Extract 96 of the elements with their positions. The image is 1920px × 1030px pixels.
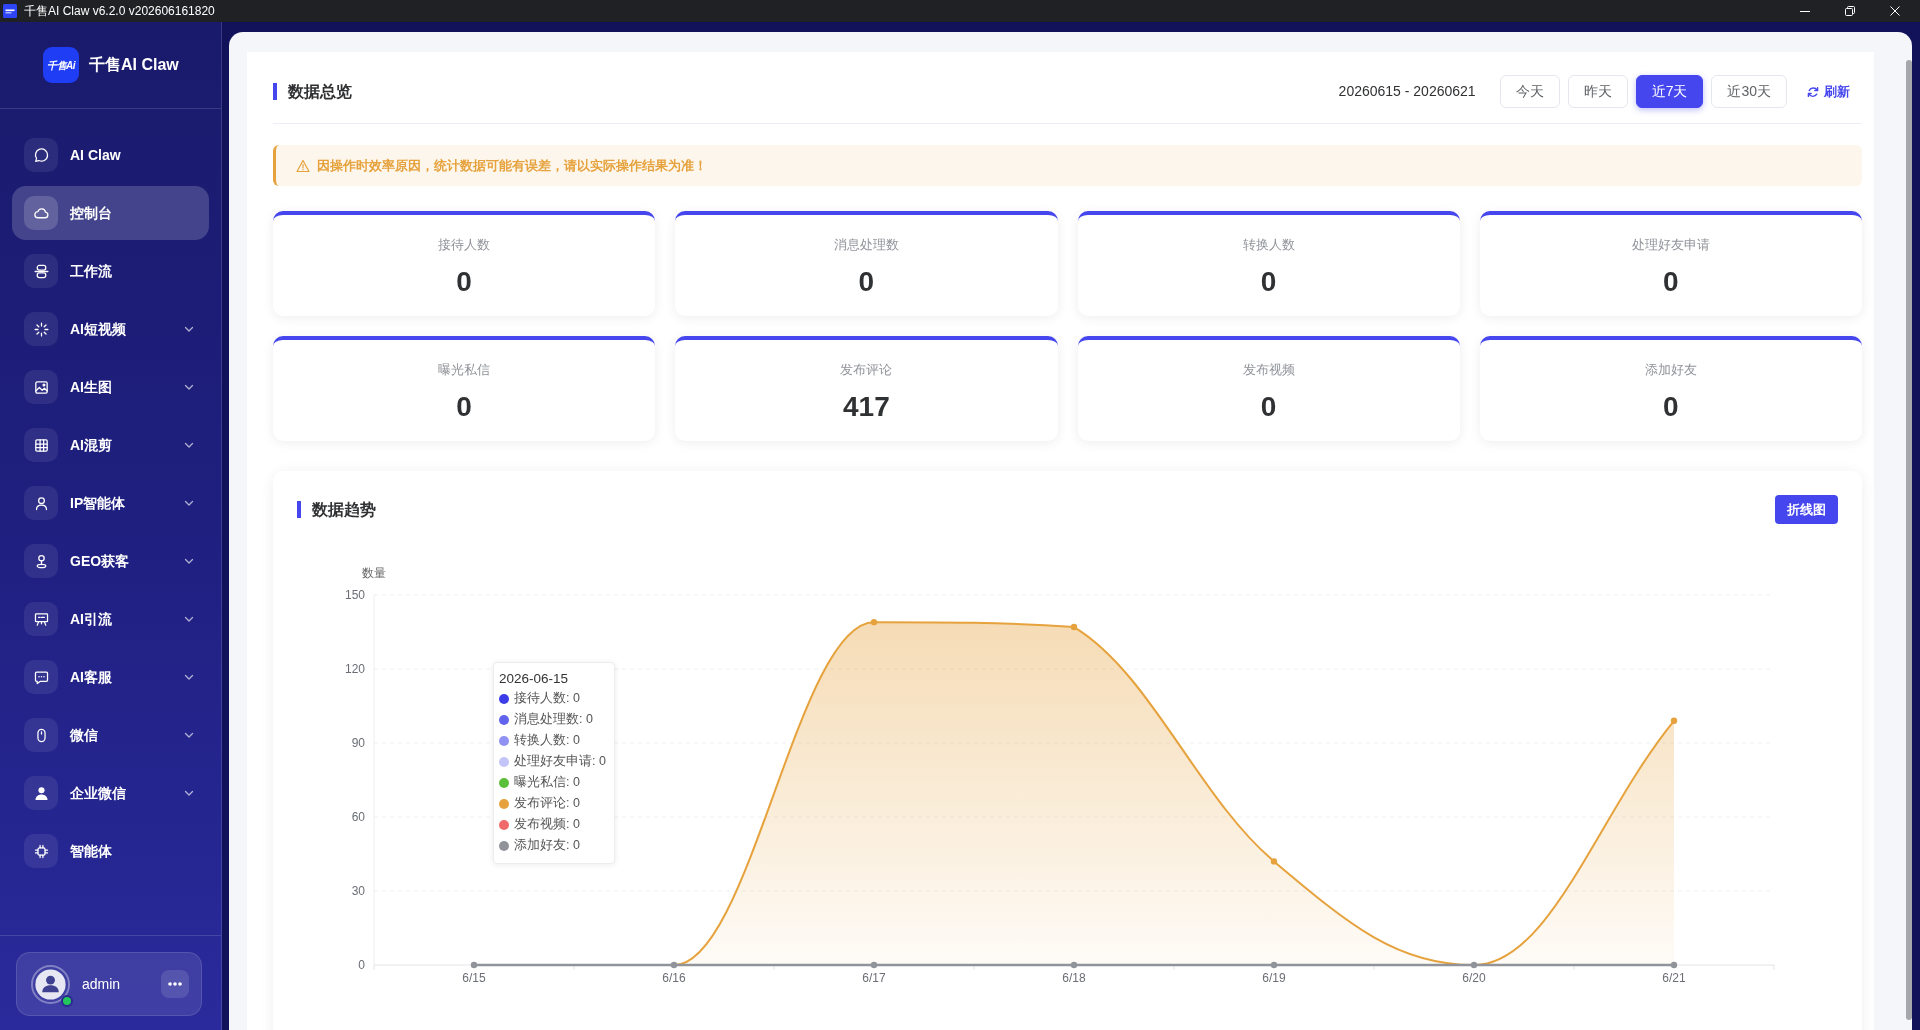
axis-tick-label: 6/16 xyxy=(662,971,686,985)
message-dots-icon xyxy=(24,660,58,694)
date-filter-button[interactable]: 昨天 xyxy=(1567,75,1628,108)
presentation-board-icon xyxy=(24,602,58,636)
person-icon xyxy=(24,776,58,810)
sidebar-item[interactable]: 控制台 xyxy=(12,186,209,240)
date-filter-button[interactable]: 近30天 xyxy=(1711,75,1787,108)
date-range: 20260615 - 20260621 xyxy=(1338,82,1476,101)
sidebar-item[interactable]: AI Claw xyxy=(12,128,209,182)
axis-tick-label: 6/21 xyxy=(1662,971,1686,985)
sidebar-item[interactable]: 工作流 xyxy=(12,244,209,298)
sidebar-item[interactable]: AI引流 xyxy=(12,592,209,646)
app-logo: 千售Ai xyxy=(43,47,79,83)
tooltip-item: 转换人数: 0 xyxy=(514,732,580,750)
cloud-icon xyxy=(24,196,58,230)
axis-tick-label: 6/19 xyxy=(1262,971,1286,985)
axis-tick-label: 120 xyxy=(344,662,365,676)
warning-text: 因操作时效率原因，统计数据可能有误差，请以实际操作结果为准！ xyxy=(317,156,707,175)
chart-type-button[interactable]: 折线图 xyxy=(1775,495,1838,524)
app-icon xyxy=(3,4,17,18)
stat-value: 0 xyxy=(1663,265,1679,299)
restore-icon[interactable] xyxy=(1845,6,1855,16)
stat-value: 417 xyxy=(843,390,890,424)
user-icon xyxy=(24,486,58,520)
date-filter-button[interactable]: 今天 xyxy=(1499,75,1560,108)
tooltip-item: 接待人数: 0 xyxy=(514,690,580,708)
stat-label: 消息处理数 xyxy=(833,236,899,253)
data-point xyxy=(1070,961,1078,969)
date-filter-button[interactable]: 近7天 xyxy=(1635,75,1704,108)
sidebar-item[interactable]: GEO获客 xyxy=(12,534,209,588)
tooltip-item: 消息处理数: 0 xyxy=(514,711,593,729)
data-point xyxy=(470,961,478,969)
more-icon xyxy=(168,982,182,986)
tooltip-title: 2026-06-15 xyxy=(499,670,570,688)
axis-tick-label: 0 xyxy=(358,958,365,972)
image-icon xyxy=(24,370,58,404)
axis-tick-label: 6/17 xyxy=(862,971,886,985)
window-title: 千售AI Claw v6.2.0 v202606161820 xyxy=(24,3,215,20)
axis-tick-label: 6/20 xyxy=(1462,971,1486,985)
axis-tick-label: 60 xyxy=(351,810,365,824)
data-point xyxy=(1470,961,1478,969)
chat-bubble-icon xyxy=(24,138,58,172)
sidebar-item[interactable]: IP智能体 xyxy=(12,476,209,530)
mouse-icon xyxy=(24,718,58,752)
stat-value: 0 xyxy=(456,265,472,299)
tooltip-item: 处理好友申请: 0 xyxy=(514,753,606,771)
axis-tick-label: 150 xyxy=(344,588,365,602)
user-name: admin xyxy=(82,974,121,994)
stat-label: 发布视频 xyxy=(1242,361,1295,378)
stat-label: 转换人数 xyxy=(1242,236,1295,253)
axis-tick-label: 90 xyxy=(351,736,365,750)
refresh-link[interactable]: 刷新 xyxy=(1807,81,1850,102)
more-button[interactable] xyxy=(161,970,189,998)
stat-label: 处理好友申请 xyxy=(1631,236,1710,253)
stat-value: 0 xyxy=(1260,390,1277,424)
sidebar-item[interactable]: 企业微信 xyxy=(12,766,209,820)
sidebar-item[interactable]: AI短视频 xyxy=(12,302,209,356)
chip-icon xyxy=(24,834,58,868)
axis-tick-label: 30 xyxy=(351,884,365,898)
data-point xyxy=(1670,961,1678,969)
data-point xyxy=(870,961,878,969)
tooltip-item: 添加好友: 0 xyxy=(514,837,580,855)
tooltip-item: 发布视频: 0 xyxy=(514,816,580,834)
grid-icon xyxy=(24,428,58,462)
person-pin-icon xyxy=(24,544,58,578)
sparkle-burst-icon xyxy=(24,312,58,346)
section-title: 数据总览 xyxy=(273,83,352,100)
server-icon xyxy=(24,254,58,288)
stat-value: 0 xyxy=(1663,390,1679,424)
sidebar-item[interactable]: AI客服 xyxy=(12,650,209,704)
data-point xyxy=(670,961,678,969)
stat-label: 添加好友 xyxy=(1644,361,1697,378)
sidebar-item[interactable]: AI混剪 xyxy=(12,418,209,472)
axis-tick-label: 6/18 xyxy=(1062,971,1086,985)
stat-value: 0 xyxy=(456,390,472,424)
tooltip-item: 曝光私信: 0 xyxy=(514,774,580,792)
stat-value: 0 xyxy=(858,265,875,299)
section-title: 数据趋势 xyxy=(297,501,376,518)
refresh-icon xyxy=(1807,85,1819,98)
close-icon[interactable] xyxy=(1890,6,1900,16)
stat-label: 曝光私信 xyxy=(438,361,491,378)
avatar-icon xyxy=(31,964,70,1004)
stat-label: 发布评论 xyxy=(840,361,893,378)
axis-title: 数量 xyxy=(362,566,386,580)
axis-tick-label: 6/15 xyxy=(462,971,486,985)
sidebar-item[interactable]: AI生图 xyxy=(12,360,209,414)
tooltip-item: 发布评论: 0 xyxy=(514,795,580,813)
sidebar-item[interactable]: 微信 xyxy=(12,708,209,762)
brand-name: 千售AI Claw xyxy=(89,55,179,75)
scrollbar[interactable] xyxy=(1906,60,1912,1020)
warning-icon xyxy=(296,158,310,173)
stat-label: 接待人数 xyxy=(438,236,491,253)
data-point xyxy=(1270,858,1278,865)
sidebar-item[interactable]: 智能体 xyxy=(12,824,209,878)
data-point xyxy=(1270,961,1278,969)
stat-value: 0 xyxy=(1260,265,1277,299)
